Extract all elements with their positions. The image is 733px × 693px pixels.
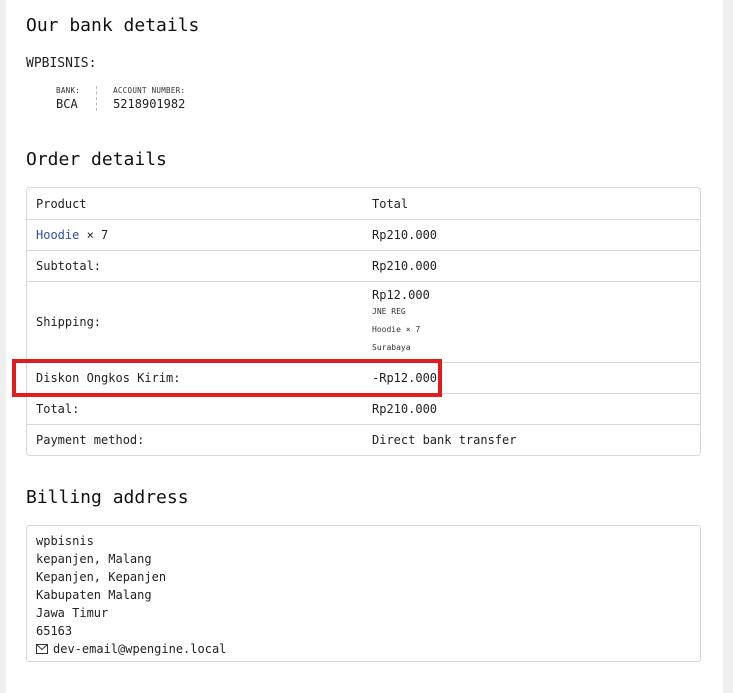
subtotal-label: Subtotal: xyxy=(27,250,363,281)
shipping-city: Surabaya xyxy=(372,343,411,352)
table-header-row: Product Total xyxy=(27,188,700,219)
billing-address-heading: Billing address xyxy=(26,487,189,508)
total-column-header: Total xyxy=(372,196,409,211)
table-row: Hoodie × 7 Rp210.000 xyxy=(27,219,700,250)
shipping-cell: Rp12.000 JNE REG Hoodie × 7 Surabaya xyxy=(363,281,700,362)
bank-label: BANK: xyxy=(56,86,81,95)
total-value: Rp210.000 xyxy=(363,393,700,424)
page: Our bank details WPBISNIS: BANK: BCA ACC… xyxy=(6,0,723,693)
shipping-label: Shipping: xyxy=(27,281,363,362)
address-line: kepanjen, Malang xyxy=(36,552,152,566)
address-line: wpbisnis xyxy=(36,534,94,548)
address-line: Kabupaten Malang xyxy=(36,588,152,602)
payment-method-value: Direct bank transfer xyxy=(363,424,700,455)
product-link[interactable]: Hoodie xyxy=(36,228,79,242)
account-number-column: ACCOUNT NUMBER: 5218901982 xyxy=(96,86,201,111)
billing-email: dev-email@wpengine.local xyxy=(53,642,227,656)
shipping-items: Hoodie × 7 xyxy=(372,325,421,334)
total-label: Total: xyxy=(27,393,363,424)
bank-details-list: BANK: BCA ACCOUNT NUMBER: 5218901982 xyxy=(56,86,201,111)
discount-highlight-box xyxy=(12,359,442,397)
bank-details-heading: Our bank details xyxy=(26,15,200,36)
product-cell: Hoodie × 7 xyxy=(27,219,363,250)
table-row: Total: Rp210.000 xyxy=(27,393,700,424)
account-number-label: ACCOUNT NUMBER: xyxy=(113,86,186,95)
shipping-service: JNE REG xyxy=(372,307,406,316)
bank-column: BANK: BCA xyxy=(56,86,96,111)
bank-value: BCA xyxy=(56,97,78,111)
order-details-table: Product Total Hoodie × 7 Rp210.000 Subto… xyxy=(26,187,701,456)
address-line: 65163 xyxy=(36,624,73,638)
payment-method-label: Payment method: xyxy=(27,424,363,455)
product-column-header: Product xyxy=(36,196,87,211)
table-row: Payment method: Direct bank transfer xyxy=(27,424,700,455)
table-row: Subtotal: Rp210.000 xyxy=(27,250,700,281)
address-line: Jawa Timur xyxy=(36,606,109,620)
order-details-heading: Order details xyxy=(26,149,167,170)
shipping-value: Rp12.000 xyxy=(372,288,430,302)
address-line: Kepanjen, Kepanjen xyxy=(36,570,167,584)
account-number-value: 5218901982 xyxy=(113,97,186,111)
email-row: dev-email@wpengine.local xyxy=(36,640,691,658)
item-total: Rp210.000 xyxy=(363,219,700,250)
billing-address-box: wpbisnis kepanjen, Malang Kepanjen, Kepa… xyxy=(26,525,701,662)
table-row: Shipping: Rp12.000 JNE REG Hoodie × 7 Su… xyxy=(27,281,700,362)
envelope-icon xyxy=(36,644,48,654)
product-quantity: × 7 xyxy=(86,228,109,242)
subtotal-value: Rp210.000 xyxy=(363,250,700,281)
bank-account-name: WPBISNIS: xyxy=(26,56,97,71)
